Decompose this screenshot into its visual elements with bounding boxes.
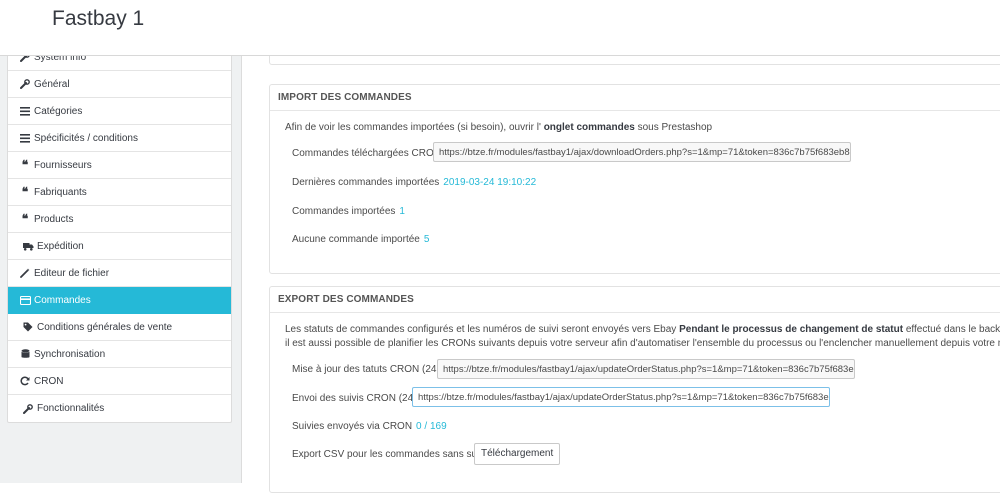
tracking-cron-label: Envoi des suivis CRON (24h)	[292, 393, 423, 404]
none-imported-value: 5	[423, 234, 430, 245]
list-icon	[19, 133, 31, 143]
sidebar-item-fabriquants[interactable]: ❝ Fabriquants	[8, 179, 231, 206]
import-intro-suffix: sous Prestashop	[637, 122, 713, 133]
status-cron-label: Mise à jour des tatuts CRON (24h)	[292, 364, 446, 375]
sidebar-item-general[interactable]: Général	[8, 71, 231, 98]
export-intro-prefix: Les statuts de commandes configurés et l…	[285, 324, 677, 335]
cron-download-url-field[interactable]: https://btze.fr/modules/fastbay1/ajax/do…	[433, 142, 851, 162]
sidebar-item-specificites[interactable]: Spécificités / conditions	[8, 125, 231, 152]
sidebar-item-products[interactable]: ❝ Products	[8, 206, 231, 233]
sidebar-item-label: Général	[34, 78, 70, 90]
sidebar-item-fonctionnalites[interactable]: Fonctionnalités	[8, 395, 231, 422]
sidebar-item-label: Products	[34, 213, 74, 225]
last-import-label: Dernières commandes importées	[292, 177, 440, 188]
app-header: Fastbay 1	[0, 0, 1000, 56]
credit-card-icon	[19, 295, 31, 305]
truck-icon	[22, 242, 34, 251]
imported-row: Commandes importées 1	[292, 206, 405, 217]
sidebar-item-label: Fournisseurs	[34, 159, 92, 171]
last-import-row: Dernières commandes importées 2019-03-24 …	[292, 177, 536, 188]
sidebar-item-label: Catégories	[34, 105, 83, 117]
none-imported-row: Aucune commande importée 5	[292, 234, 429, 245]
magic-wand-icon	[19, 268, 31, 278]
import-intro-link-text: onglet commandes	[543, 122, 635, 133]
database-icon	[19, 349, 31, 359]
sidebar-item-cgv[interactable]: Conditions générales de vente	[8, 314, 231, 341]
imported-label: Commandes importées	[292, 206, 396, 217]
tracking-cron-url-field[interactable]: https://btze.fr/modules/fastbay1/ajax/up…	[412, 387, 830, 407]
import-intro-prefix: Afin de voir les commandes importées (si…	[285, 122, 541, 133]
list-icon	[19, 106, 31, 116]
quote-icon: ❝	[21, 158, 29, 172]
sent-value: 0 / 169	[416, 421, 447, 432]
import-intro: Afin de voir les commandes importées (si…	[285, 122, 712, 133]
cron-download-label: Commandes téléchargées CRON	[292, 148, 441, 159]
sidebar-item-label: Editeur de fichier	[34, 267, 110, 279]
sidebar-item-commandes[interactable]: Commandes	[8, 287, 231, 314]
download-button[interactable]: Téléchargement	[474, 443, 561, 465]
status-cron-url-field[interactable]: https://btze.fr/modules/fastbay1/ajax/up…	[437, 359, 855, 379]
sidebar-item-label: Conditions générales de vente	[37, 321, 173, 333]
export-intro-bold: Pendant le processus de changement de st…	[679, 324, 904, 335]
sidebar-item-label: Commandes	[34, 294, 91, 306]
sidebar-item-label: CRON	[34, 375, 64, 387]
sidebar-item-label: Fabriquants	[34, 186, 87, 198]
wrench-icon	[19, 79, 31, 89]
sidebar-item-label: Fonctionnalités	[37, 403, 105, 414]
csv-export-label: Export CSV pour les commandes sans suivi	[292, 449, 487, 460]
sidebar-item-label: Synchronisation	[34, 348, 106, 360]
sidebar-item-label: Expédition	[37, 240, 84, 252]
sidebar-item-fournisseurs[interactable]: ❝ Fournisseurs	[8, 152, 231, 179]
export-intro-suffix: effectué dans le back office	[905, 324, 1000, 335]
quote-icon: ❝	[21, 185, 29, 199]
sidebar-item-categories[interactable]: Catégories	[8, 98, 231, 125]
sent-label: Suivies envoyés via CRON	[292, 421, 413, 432]
tag-icon	[22, 322, 34, 332]
sidebar-item-synchronisation[interactable]: Synchronisation	[8, 341, 231, 368]
export-heading: EXPORT DES COMMANDES	[270, 287, 1000, 313]
imported-value: 1	[399, 206, 405, 217]
export-intro-line-2: il est aussi possible de planifier les C…	[285, 338, 1000, 349]
export-panel: EXPORT DES COMMANDES Les statuts de comm…	[269, 286, 1000, 493]
sidebar-menu: System info Général Catégories Spécifici…	[7, 43, 232, 423]
sent-row: Suivies envoyés via CRON 0 / 169	[292, 421, 447, 432]
previous-panel	[269, 56, 1000, 65]
sidebar-item-expedition[interactable]: Expédition	[8, 233, 231, 260]
import-heading: IMPORT DES COMMANDES	[270, 85, 1000, 111]
import-panel: IMPORT DES COMMANDES Afin de voir les co…	[269, 84, 1000, 274]
sidebar-item-editeur[interactable]: Editeur de fichier	[8, 260, 231, 287]
none-imported-label: Aucune commande importée	[292, 234, 420, 245]
page-title: Fastbay 1	[52, 7, 145, 30]
refresh-icon	[19, 376, 31, 386]
quote-icon: ❝	[21, 212, 29, 226]
last-import-value: 2019-03-24 19:10:22	[443, 177, 537, 188]
sidebar-item-cron[interactable]: CRON	[8, 368, 231, 395]
sidebar-item-label: Spécificités / conditions	[34, 132, 138, 144]
main-content: IMPORT DES COMMANDES Afin de voir les co…	[242, 56, 1000, 493]
export-intro-line-1: Les statuts de commandes configurés et l…	[285, 324, 1000, 335]
wrench-icon	[22, 403, 34, 414]
